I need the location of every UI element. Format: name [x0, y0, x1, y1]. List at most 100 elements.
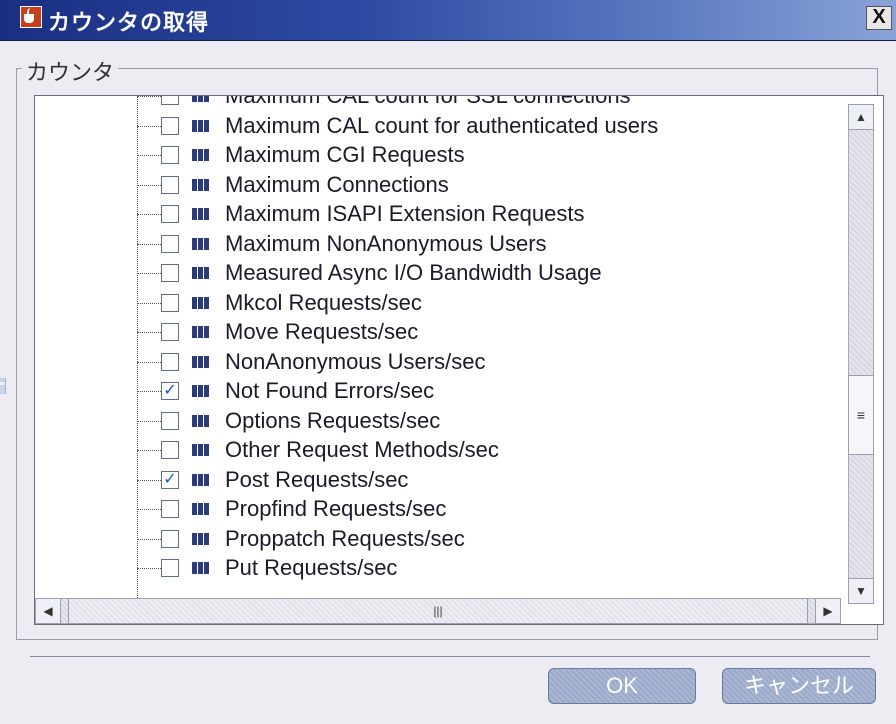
tree-branch-line [137, 509, 161, 510]
counter-label: Proppatch Requests/sec [225, 525, 465, 551]
window-title: カウンタの取得 [48, 10, 210, 35]
vertical-scrollbar[interactable]: ▲ ≡ ▼ [848, 104, 874, 604]
counter-icon [192, 237, 210, 250]
counter-group-label: カウンタ [22, 55, 119, 87]
counter-checkbox[interactable]: ✓ [161, 382, 179, 400]
counter-row[interactable]: Maximum CAL count for authenticated user… [35, 112, 845, 141]
counter-row[interactable]: Move Requests/sec [35, 318, 845, 347]
scroll-left-button[interactable]: ◀ [35, 598, 61, 624]
counter-label: Propfind Requests/sec [225, 496, 447, 521]
counter-checkbox[interactable] [161, 293, 179, 312]
tree-branch-line [137, 420, 161, 422]
horizontal-scrollbar[interactable]: ◀ ||| ▶ [35, 598, 841, 624]
edge-marker [0, 378, 6, 394]
counter-checkbox[interactable] [161, 352, 179, 371]
counter-checkbox[interactable] [161, 264, 179, 282]
counter-icon [192, 119, 210, 132]
scroll-up-button[interactable]: ▲ [848, 104, 874, 130]
scroll-right-button[interactable]: ▶ [815, 598, 841, 624]
tree-branch-line [137, 302, 161, 304]
counter-label: Move Requests/sec [225, 319, 419, 344]
counter-label: Post Requests/sec [225, 466, 409, 492]
counter-label: Mkcol Requests/sec [225, 289, 422, 315]
counter-row[interactable]: Maximum CGI Requests [35, 141, 845, 170]
counter-icon [192, 503, 210, 515]
counter-checkbox[interactable] [161, 441, 179, 459]
java-app-icon [20, 6, 42, 28]
counter-label: Not Found Errors/sec [225, 378, 435, 403]
counter-row[interactable]: Maximum Connections [35, 171, 845, 200]
tree-branch-line [137, 391, 161, 392]
counter-icon [192, 562, 210, 574]
tree-branch-line [137, 273, 161, 274]
tree-branch-line [137, 125, 161, 127]
tree-branch-line [137, 568, 161, 569]
counter-checkbox[interactable]: ✓ [161, 470, 179, 489]
tree-branch-line [137, 96, 161, 97]
close-button[interactable]: X [866, 6, 892, 30]
tree-branch-line [137, 332, 161, 333]
counter-label: NonAnonymous Users/sec [225, 348, 486, 374]
counter-checkbox[interactable] [161, 175, 179, 194]
counter-icon [192, 473, 210, 486]
counter-row[interactable]: Maximum ISAPI Extension Requests [35, 200, 845, 229]
button-separator [30, 656, 870, 657]
counter-row[interactable]: Other Request Methods/sec [35, 436, 845, 465]
counter-row[interactable]: Propfind Requests/sec [35, 495, 845, 524]
counter-row[interactable]: Maximum NonAnonymous Users [35, 230, 845, 259]
tree-branch-line [137, 184, 161, 186]
tree-branch-line [137, 450, 161, 451]
counter-label: Maximum CAL count for authenticated user… [225, 112, 659, 138]
cancel-button[interactable]: キャンセル [722, 668, 876, 704]
counter-label: Options Requests/sec [225, 407, 441, 433]
title-bar: カウンタの取得 X [0, 0, 896, 41]
counter-checkbox[interactable] [161, 500, 179, 518]
counter-icon [192, 444, 210, 456]
counter-icon [192, 149, 210, 161]
counter-label: Maximum Connections [225, 171, 449, 197]
counter-row[interactable]: ✓ Not Found Errors/sec [35, 377, 845, 406]
counter-icon [192, 178, 210, 191]
counter-label: Maximum CAL count for SSL connections [225, 95, 631, 108]
counter-icon [192, 532, 210, 545]
vertical-scroll-thumb[interactable]: ≡ [848, 375, 874, 455]
counter-checkbox[interactable] [161, 116, 179, 135]
scroll-down-button[interactable]: ▼ [848, 578, 874, 604]
counter-row[interactable]: Options Requests/sec [35, 407, 845, 436]
counter-icon [192, 267, 210, 279]
counter-row[interactable]: Proppatch Requests/sec [35, 525, 845, 554]
horizontal-scroll-thumb[interactable]: ||| [68, 598, 808, 624]
counter-label: Put Requests/sec [225, 555, 398, 580]
counter-label: Other Request Methods/sec [225, 437, 499, 462]
counter-row[interactable]: ✓ Post Requests/sec [35, 466, 845, 495]
counter-icon [192, 385, 210, 397]
tree-branch-line [137, 214, 161, 215]
tree-branch-line [137, 479, 161, 481]
counter-checkbox[interactable] [161, 529, 179, 548]
counter-icon [192, 96, 210, 102]
counter-checkbox[interactable] [161, 411, 179, 430]
edge-marker [0, 382, 6, 385]
counter-label: Maximum NonAnonymous Users [225, 230, 547, 256]
counter-row[interactable]: Maximum CAL count for SSL connections [35, 95, 845, 111]
counter-row[interactable]: Mkcol Requests/sec [35, 289, 845, 318]
counter-icon [192, 355, 210, 368]
ok-button[interactable]: OK [548, 668, 696, 704]
counter-checkbox[interactable] [161, 205, 179, 223]
counter-row[interactable]: Measured Async I/O Bandwidth Usage [35, 259, 845, 288]
counter-checkbox[interactable] [161, 96, 179, 105]
counter-row[interactable]: NonAnonymous Users/sec [35, 348, 845, 377]
counter-checkbox[interactable] [161, 323, 179, 341]
counter-icon [192, 414, 210, 427]
counter-checkbox[interactable] [161, 146, 179, 164]
counter-label: Measured Async I/O Bandwidth Usage [225, 260, 602, 285]
counter-checkbox[interactable] [161, 559, 179, 577]
tree-branch-line [137, 243, 161, 245]
counter-label: Maximum CGI Requests [225, 142, 465, 167]
counter-checkbox[interactable] [161, 234, 179, 253]
counter-icon [192, 296, 210, 309]
counter-row[interactable]: Put Requests/sec [35, 554, 845, 583]
counter-label: Maximum ISAPI Extension Requests [225, 201, 585, 226]
tree-branch-line [137, 155, 161, 156]
counter-tree-list[interactable]: Maximum CAL count for SSL connections Max… [34, 95, 884, 625]
